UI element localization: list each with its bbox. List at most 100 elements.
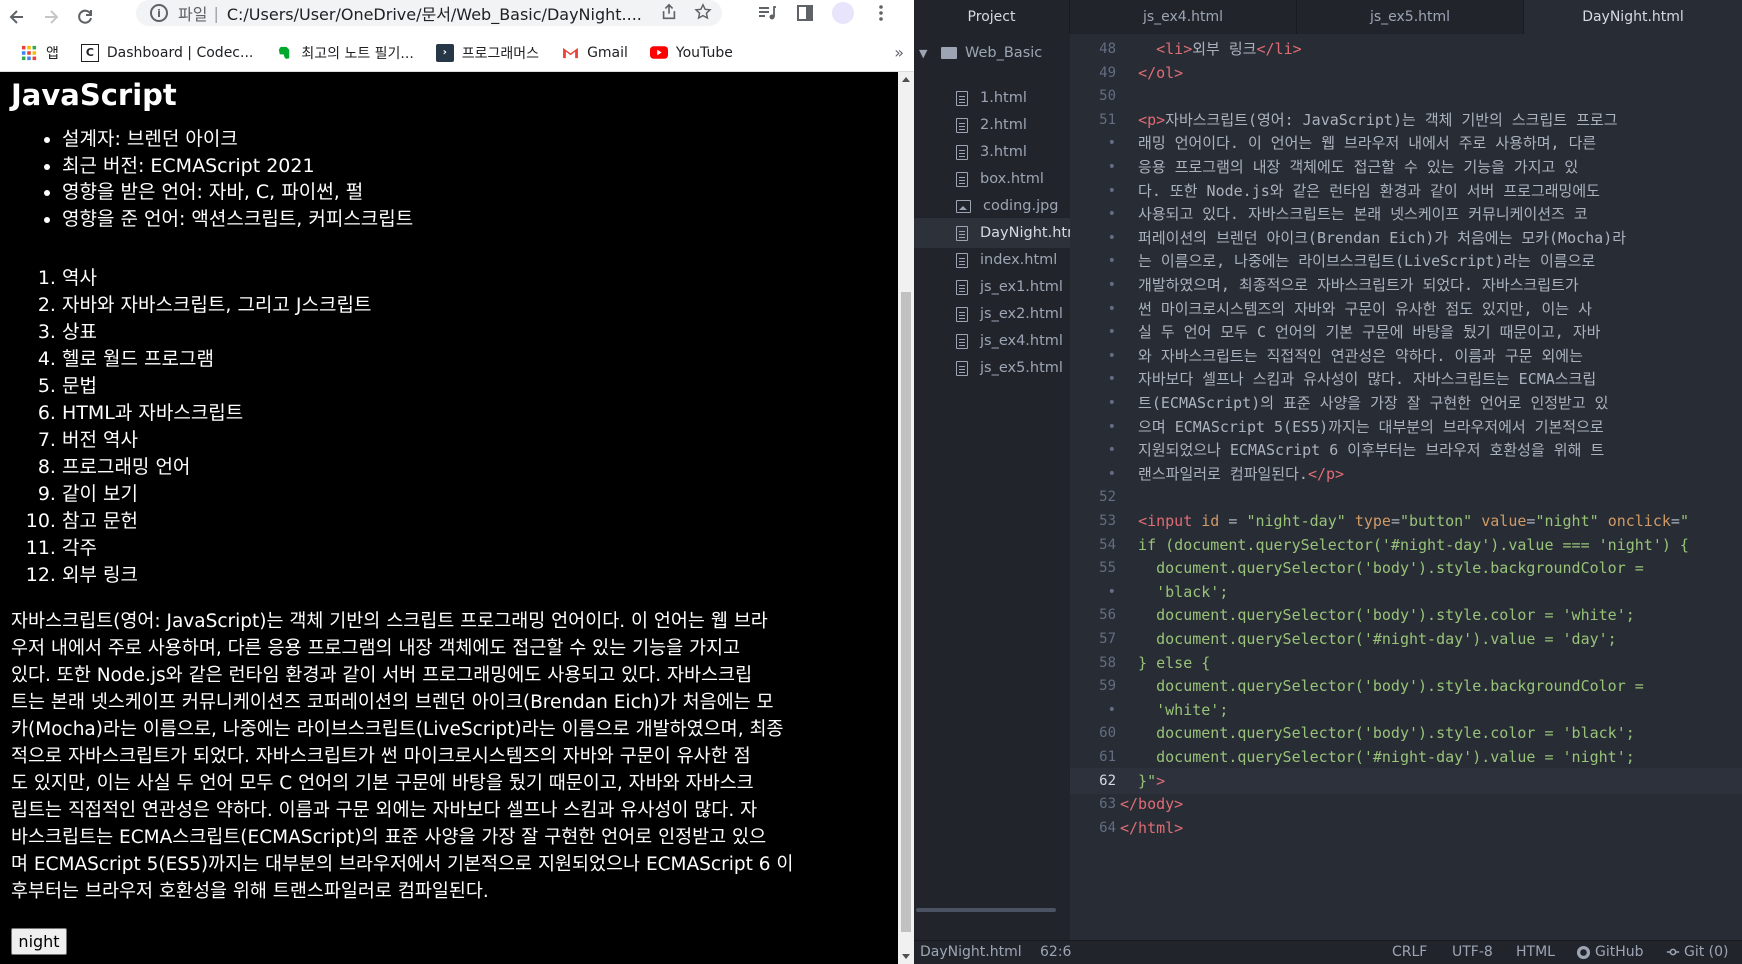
scroll-down-arrow-icon[interactable] [902,954,910,959]
code-line[interactable]: • 퍼레이션의 브렌던 아이크(Brendan Eich)가 처음에는 모카(M… [1070,225,1742,251]
toc-item: 자바와 자바스크립트, 그리고 J스크립트 [62,292,371,319]
toc-list: 역사 자바와 자바스크립트, 그리고 J스크립트 상표 헬로 월드 프로그램 문… [62,265,371,589]
code-line[interactable]: 53 <input id = "night-day" type="button"… [1070,508,1742,534]
code-line[interactable]: 51 <p>자바스크립트(영어: JavaScript)는 객체 기반의 스크립… [1070,107,1742,133]
code-line[interactable]: • 랜스파일러로 컴파일된다.</p> [1070,461,1742,487]
tree-item[interactable]: coding.jpg [914,191,1070,221]
code-line[interactable]: 54 if (document.querySelector('#night-da… [1070,532,1742,558]
code-token: 는 이름으로, 나중에는 라이브스크립트(LiveScript)라는 이름으로 [1120,252,1596,271]
address-scheme: 파일 [178,5,208,24]
code-line[interactable]: 61 document.querySelector('#night-day').… [1070,744,1742,770]
code-line[interactable]: 64 </html> [1070,815,1742,841]
side-panel-button[interactable] [790,0,820,26]
bookmark-evernote[interactable]: 최고의 노트 필기... [275,43,414,63]
code-line[interactable]: • 개발하였으며, 최종적으로 자바스크립트가 되었다. 자바스크립트가 [1070,272,1742,298]
code-line[interactable]: • 다. 또한 Node.js와 같은 런타임 환경과 같이 서버 프로그래밍에… [1070,178,1742,204]
code-line[interactable]: • 실 두 언어 모두 C 언어의 기본 구문에 바탕을 뒀기 때문이고, 자바 [1070,319,1742,345]
status-grammar[interactable]: HTML [1516,944,1555,960]
code-line[interactable]: 59 document.querySelector('body').style.… [1070,673,1742,699]
tree-item[interactable]: index.html [914,245,1070,275]
bookmark-youtube[interactable]: YouTube [649,44,733,62]
code-line[interactable]: 60 document.querySelector('body').style.… [1070,720,1742,746]
code-token: = [1670,512,1680,530]
code-text: if (document.querySelector('#night-day')… [1120,532,1689,558]
code-line[interactable]: 50 [1070,83,1742,109]
tab-project[interactable]: Project [914,0,1070,34]
address-bar[interactable]: i 파일 | C:/Users/User/OneDrive/문서/Web_Bas… [136,0,722,26]
tab-js-ex5[interactable]: js_ex5.html [1297,0,1524,34]
tab-js-ex4[interactable]: js_ex4.html [1070,0,1297,34]
code-text: 트(ECMAScript)의 표준 사양을 가장 잘 구현한 언어로 인정받고 … [1120,390,1608,416]
code-line[interactable]: • 'white'; [1070,697,1742,723]
line-number: • [1107,182,1116,199]
status-github[interactable]: GitHub [1576,944,1644,960]
code-line[interactable]: • 자바보다 셀프나 스킴과 유사성이 많다. 자바스크립트는 ECMA스크립 [1070,366,1742,392]
code-area[interactable]: 48 <li>외부 링크</li> 49 </ol> 50 51 <p>자바스크립트(… [1070,34,1742,940]
code-line[interactable]: 62 }"> [1070,767,1742,794]
code-token: 'black'; [1120,582,1229,601]
tree-item[interactable]: js_ex1.html [914,272,1070,302]
code-line[interactable]: • 트(ECMAScript)의 표준 사양을 가장 잘 구현한 언어로 인정받… [1070,390,1742,416]
address-url[interactable]: C:/Users/User/OneDrive/문서/Web_Basic/DayN… [227,1,642,25]
code-token: 래밍 언어이다. 이 언어는 웹 브라우저 내에서 주로 사용하며, 다른 [1120,134,1597,153]
tree-item[interactable]: DayNight.htm [914,218,1070,248]
tree-item[interactable]: 3.html [914,137,1070,167]
more-bookmarks-button[interactable]: » [894,43,904,62]
code-line[interactable]: • 래밍 언어이다. 이 언어는 웹 브라우저 내에서 주로 사용하며, 다른 [1070,130,1742,156]
code-line[interactable]: 58 } else { [1070,650,1742,676]
bookmark-star-icon[interactable] [694,3,712,21]
tree-item[interactable]: 1.html [914,83,1070,113]
status-git[interactable]: Git (0) [1666,944,1729,960]
line-number: • [1107,253,1116,270]
code-token: 'white'; [1120,700,1229,719]
code-line[interactable]: 52 [1070,484,1742,510]
code-line[interactable]: • 'black'; [1070,579,1742,605]
reload-button[interactable] [68,0,102,34]
code-line[interactable]: • 으며 ECMAScript 5(ES5)까지는 대부분의 브라우저에서 기본… [1070,414,1742,440]
bookmark-apps[interactable]: 앱 [20,43,59,63]
info-icon[interactable]: i [150,4,168,22]
tree-item[interactable]: js_ex5.html [914,353,1070,383]
page-scrollbar[interactable] [898,72,914,964]
code-line[interactable]: • 응용 프로그램의 내장 객체에도 접근할 수 있는 기능을 가지고 있 [1070,154,1742,180]
scrollbar-thumb[interactable] [901,292,911,932]
tree-root-folder[interactable]: ▼ Web_Basic [919,45,1042,61]
status-cursor[interactable]: 62:6 [1040,944,1071,960]
forward-button[interactable] [34,0,68,34]
scroll-up-arrow-icon[interactable] [902,77,910,82]
status-line-ending[interactable]: CRLF [1392,944,1427,960]
bookmark-codecademy[interactable]: C Dashboard | Codec... [80,43,253,62]
profile-button[interactable] [828,0,858,26]
code-line[interactable]: 48 <li>외부 링크</li> [1070,36,1742,62]
code-line[interactable]: • 지원되었으나 ECMAScript 6 이후부터는 브라우저 호환성을 위해… [1070,437,1742,463]
tree-horizontal-scrollbar[interactable] [916,908,1056,912]
code-line[interactable]: • 썬 마이크로시스템즈의 자바와 구문이 유사한 점도 있지만, 이는 사 [1070,296,1742,322]
tree-item[interactable]: box.html [914,164,1070,194]
status-encoding[interactable]: UTF-8 [1452,944,1493,960]
share-icon[interactable] [660,3,678,21]
tree-item[interactable]: 2.html [914,110,1070,140]
code-text: 사용되고 있다. 자바스크립트는 본래 넷스케이프 커뮤니케이션즈 코 [1120,201,1588,227]
code-line[interactable]: • 와 자바스크립트는 직접적인 연관성은 약하다. 이름과 구문 외에는 [1070,343,1742,369]
tree-item[interactable]: js_ex4.html [914,326,1070,356]
code-line[interactable]: 63 </body> [1070,791,1742,817]
toc-item: 문법 [62,373,371,400]
code-line[interactable]: 57 document.querySelector('#night-day').… [1070,626,1742,652]
night-day-button[interactable]: night [11,928,67,955]
tree-item[interactable]: js_ex2.html [914,299,1070,329]
tab-daynight[interactable]: DayNight.html [1524,0,1742,34]
menu-button[interactable] [866,0,896,26]
chevron-down-icon[interactable]: ▼ [919,47,933,60]
paragraph-line: 도 있지만, 이는 사실 두 언어 모두 C 언어의 기본 구문에 바탕을 뒀기… [11,773,754,794]
bookmark-programmers[interactable]: › 프로그래머스 [435,43,539,63]
code-line[interactable]: 55 document.querySelector('body').style.… [1070,555,1742,581]
code-line[interactable]: 56 document.querySelector('body').style.… [1070,602,1742,628]
back-button[interactable] [0,0,34,34]
code-line[interactable]: • 사용되고 있다. 자바스크립트는 본래 넷스케이프 커뮤니케이션즈 코 [1070,201,1742,227]
file-icon [956,333,968,349]
bookmark-gmail[interactable]: Gmail [561,44,628,62]
code-line[interactable]: • 는 이름으로, 나중에는 라이브스크립트(LiveScript)라는 이름으… [1070,248,1742,274]
media-control-button[interactable] [752,0,782,26]
status-file[interactable]: DayNight.html [920,944,1022,960]
code-line[interactable]: 49 </ol> [1070,60,1742,86]
